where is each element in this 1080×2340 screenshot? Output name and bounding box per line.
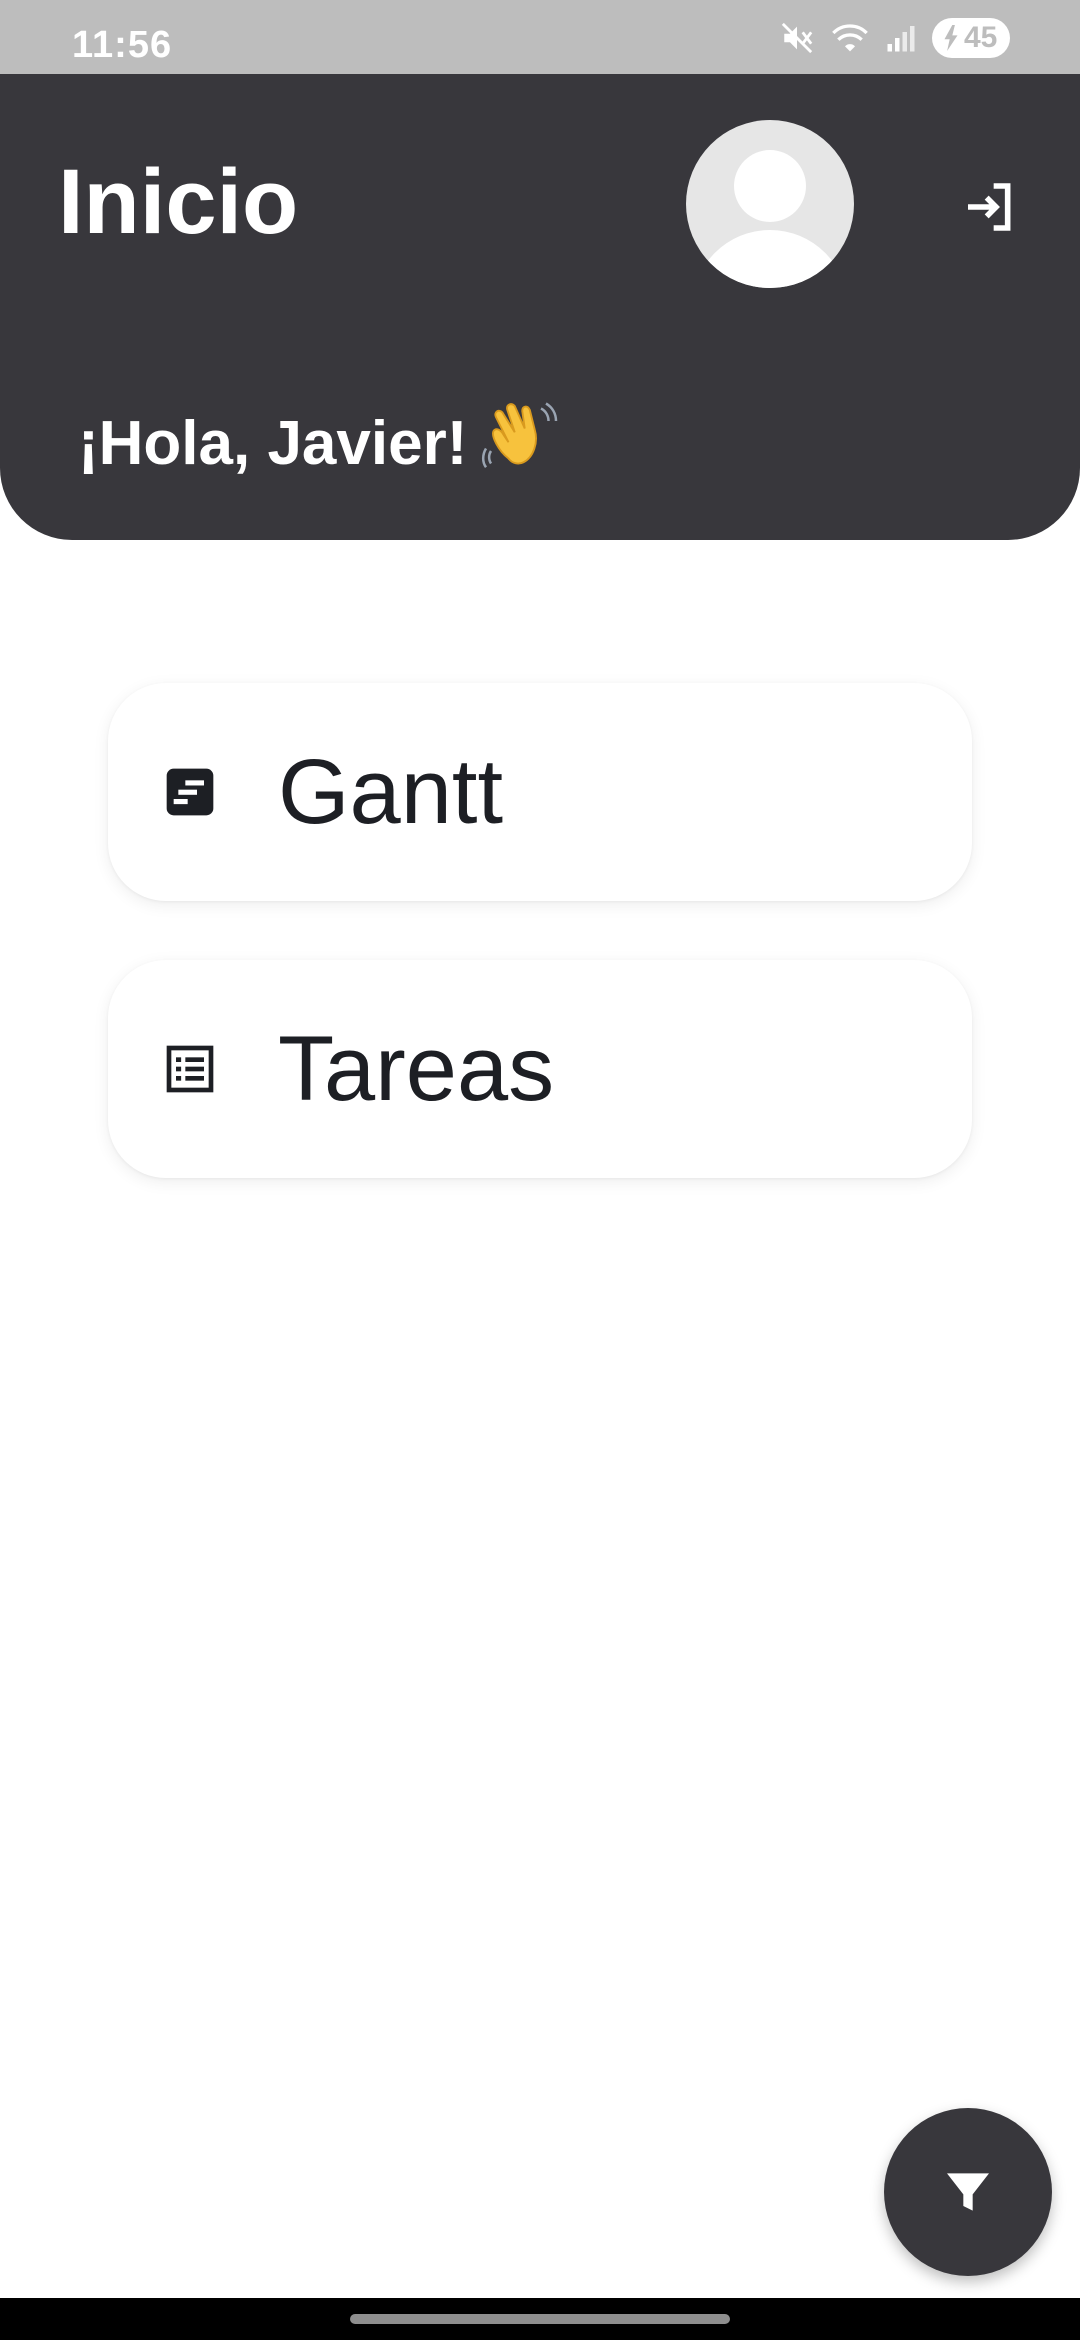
battery-charging-icon <box>944 25 958 51</box>
menu-item-tareas[interactable]: Tareas <box>108 960 972 1178</box>
battery-level: 45 <box>964 21 998 54</box>
waving-hand-icon <box>481 396 561 491</box>
menu-item-label: Tareas <box>278 1018 555 1120</box>
task-list-icon <box>166 1045 214 1093</box>
logout-button[interactable] <box>956 174 1022 240</box>
filter-button[interactable] <box>884 2108 1052 2276</box>
status-icons: 45 <box>780 18 1010 58</box>
wifi-icon <box>830 21 870 55</box>
system-nav-bar <box>0 2298 1080 2340</box>
gantt-chart-icon <box>166 768 214 816</box>
greeting-text: ¡Hola, Javier! <box>78 409 468 478</box>
user-avatar-icon[interactable] <box>686 120 854 288</box>
greeting: ¡Hola, Javier! <box>78 396 561 491</box>
mute-icon <box>780 21 814 55</box>
logout-icon <box>968 183 1011 231</box>
status-bar: 11:56 45 <box>0 0 1080 74</box>
signal-icon <box>886 21 916 55</box>
home-gesture-handle[interactable] <box>350 2314 730 2324</box>
header: Inicio ¡Hola, Javier! <box>0 74 1080 540</box>
status-time: 11:56 <box>72 24 173 66</box>
menu-item-label: Gantt <box>278 741 504 843</box>
filter-icon <box>947 2173 989 2211</box>
menu-item-gantt[interactable]: Gantt <box>108 683 972 901</box>
battery-indicator: 45 <box>932 18 1010 58</box>
page-title: Inicio <box>58 151 299 253</box>
